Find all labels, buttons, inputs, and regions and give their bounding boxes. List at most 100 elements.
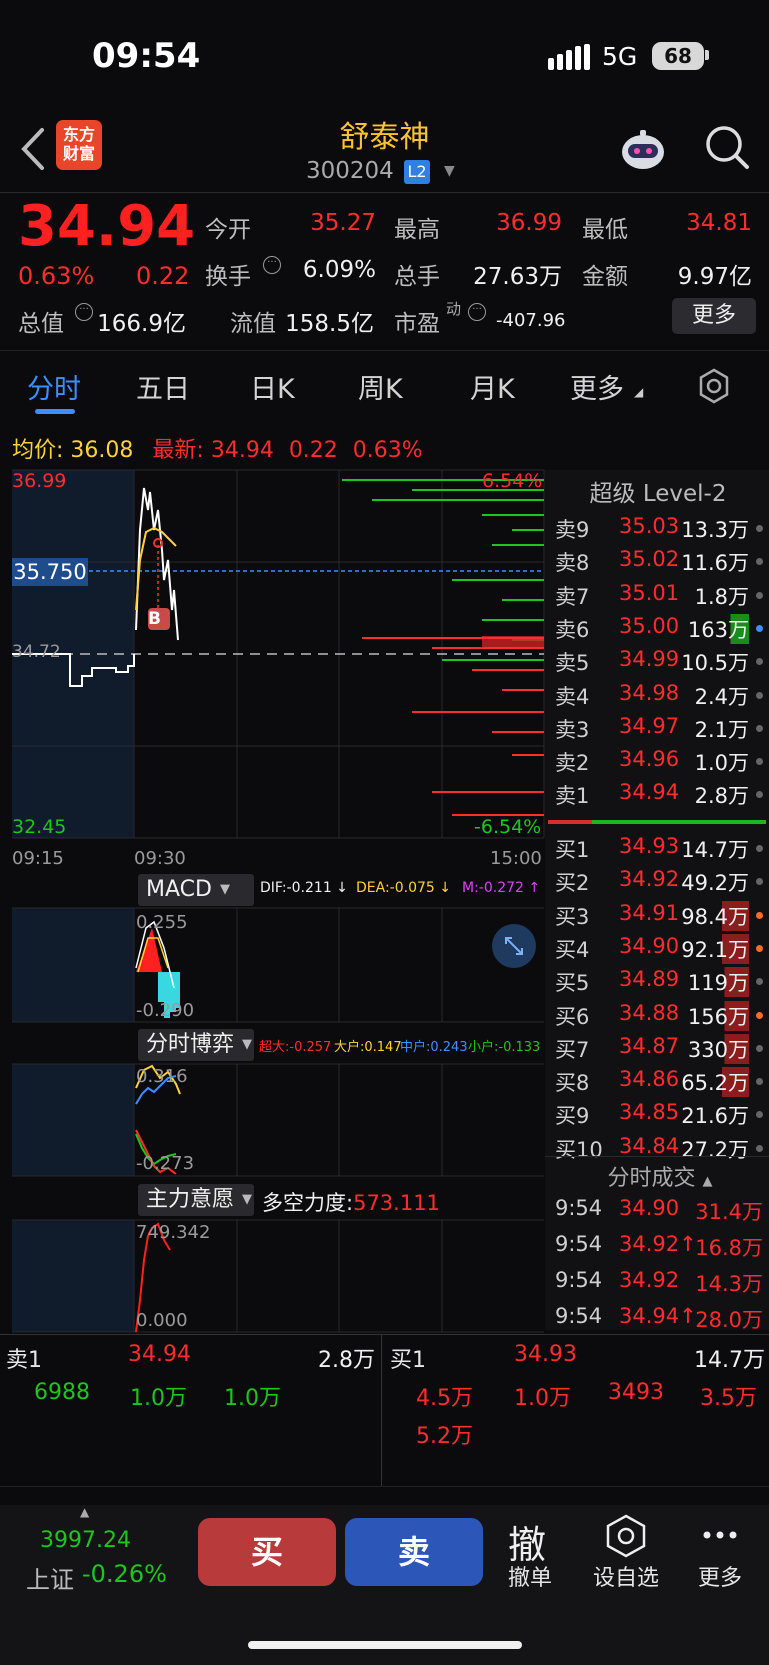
info-icon[interactable]: ···	[75, 303, 93, 321]
order-level-label: 买1	[555, 838, 590, 862]
order-volume: 330万	[687, 1033, 749, 1064]
order-level-label: 买4	[555, 937, 590, 962]
ask-bid-ratio-red	[548, 820, 592, 824]
order-flag-icon	[756, 1011, 763, 1019]
index-value[interactable]: 3997.24	[40, 1528, 131, 1553]
chevron-down-icon[interactable]: ▼	[444, 163, 455, 179]
order-flag-icon	[756, 1078, 763, 1086]
time-axis-end: 15:00	[490, 848, 542, 869]
macd-selector[interactable]: MACD ▼	[138, 874, 254, 906]
buy-marker[interactable]: B	[148, 609, 161, 629]
ask-row[interactable]: 卖4 34.98 2.4万	[553, 681, 767, 711]
settings-icon[interactable]	[696, 368, 732, 404]
search-icon[interactable]	[704, 124, 750, 170]
info-icon[interactable]: ···	[263, 256, 281, 274]
order-level-label: 买7	[555, 1037, 590, 1062]
bid-row[interactable]: 买6 34.88 156万	[553, 1000, 767, 1031]
order-volume: 1.8万	[694, 584, 749, 609]
tick-row: 9:54 34.92 14.3万	[555, 1268, 765, 1298]
bid-row[interactable]: 买7 34.87 330万	[553, 1033, 767, 1064]
bid-row[interactable]: 买2 34.92 49.2万	[553, 867, 767, 897]
game-super: 超大:-0.257	[259, 1040, 332, 1055]
queue-ask-label: 卖1	[6, 1348, 42, 1373]
order-level-label: 卖5	[555, 651, 590, 676]
will-selector[interactable]: 主力意愿 ▼	[138, 1184, 254, 1216]
ask-row[interactable]: 卖5 34.99 10.5万	[553, 647, 767, 677]
expand-icon[interactable]	[492, 924, 536, 968]
order-level-label: 卖1	[555, 784, 590, 809]
high-value: 36.99	[496, 210, 562, 236]
avg-label: 均价:	[12, 438, 64, 463]
order-flag-icon	[756, 978, 763, 986]
ask-row[interactable]: 卖3 34.97 2.1万	[553, 714, 767, 744]
tab-more[interactable]: 更多	[570, 367, 624, 406]
macd-dif: DIF:-0.211 ↓	[260, 880, 348, 896]
info-icon[interactable]: ···	[468, 303, 486, 321]
tick-vol: 14.3万	[695, 1272, 763, 1296]
order-flag-icon	[756, 558, 763, 566]
sell-button[interactable]: 卖	[345, 1518, 483, 1586]
order-flag-icon	[756, 1144, 763, 1152]
order-volume: 21.6万	[681, 1104, 749, 1129]
l2-badge: L2	[404, 160, 430, 184]
active-tab-indicator	[35, 409, 75, 414]
avg-value: 36.08	[70, 438, 134, 463]
intraday-chart[interactable]	[12, 469, 545, 840]
tab-intraday[interactable]: 分时	[27, 367, 81, 406]
battery-icon: 68	[652, 42, 704, 70]
chevron-up-icon[interactable]: ▲	[80, 1505, 89, 1519]
order-flag-icon	[756, 845, 763, 852]
queue-ask-item: 1.0万	[130, 1386, 187, 1411]
ask-row[interactable]: 卖2 34.96 1.0万	[553, 747, 767, 777]
tab-daily-k[interactable]: 日K	[250, 367, 295, 406]
order-volume: 156万	[687, 1000, 749, 1031]
tab-weekly-k[interactable]: 周K	[358, 367, 403, 406]
tab-monthly-k[interactable]: 月K	[470, 367, 515, 406]
bid-row[interactable]: 买4 34.90 92.1万	[553, 933, 767, 964]
queue-bid-item: 3.5万	[700, 1386, 757, 1411]
bid-row[interactable]: 买1 34.93 14.7万	[553, 834, 767, 864]
ask-row[interactable]: 卖8 35.02 11.6万	[553, 547, 767, 577]
ticks-title-text: 分时成交	[607, 1166, 696, 1191]
ask-row[interactable]: 卖6 35.00 163万	[553, 613, 767, 644]
more-dots-icon[interactable]	[702, 1530, 738, 1540]
bid-row[interactable]: 买8 34.86 65.2万	[553, 1067, 767, 1098]
more-label[interactable]: 更多	[694, 1560, 746, 1592]
queue-bid-item: 1.0万	[514, 1386, 571, 1411]
order-level-label: 卖9	[555, 518, 590, 542]
macd-bottom: -0.290	[136, 1000, 195, 1021]
index-name[interactable]: 上证	[26, 1560, 74, 1595]
last-change: 0.22	[288, 438, 338, 463]
game-large: 大户:0.147	[334, 1040, 402, 1055]
add-watchlist-label[interactable]: 设自选	[588, 1560, 664, 1592]
ticks-title[interactable]: 分时成交 ▲	[553, 1160, 767, 1192]
watchlist-icon[interactable]	[604, 1514, 648, 1558]
will-bottom: 0.000	[136, 1310, 188, 1331]
order-volume: 49.2万	[681, 871, 749, 896]
buy-button[interactable]: 买	[198, 1518, 336, 1586]
order-volume: 11.6万	[681, 551, 749, 576]
ask-row[interactable]: 卖1 34.94 2.8万	[553, 780, 767, 810]
stock-code[interactable]: 300204	[306, 158, 394, 184]
bid-row[interactable]: 买5 34.89 119万	[553, 967, 767, 998]
robot-assistant-icon[interactable]	[618, 128, 668, 174]
order-volume: 2.4万	[694, 684, 749, 709]
ask-row[interactable]: 卖7 35.01 1.8万	[553, 581, 767, 611]
more-quote-button[interactable]: 更多	[672, 298, 756, 334]
tab-5day[interactable]: 五日	[136, 367, 190, 406]
cancel-order-label[interactable]: 撤单	[506, 1560, 554, 1592]
order-price: 34.90	[619, 933, 680, 958]
game-selector[interactable]: 分时博弈 ▼	[138, 1029, 254, 1061]
order-flag-icon	[756, 525, 763, 532]
order-price: 34.85	[619, 1100, 680, 1125]
low-label: 最低	[582, 217, 628, 243]
bid-row[interactable]: 买3 34.91 98.4万	[553, 900, 767, 931]
ask-row[interactable]: 卖9 35.03 13.3万	[553, 514, 767, 544]
tick-vol: 31.4万	[695, 1200, 763, 1224]
index-pct[interactable]: -0.26%	[82, 1560, 167, 1588]
orderbook-title[interactable]: 超级 Level-2	[548, 474, 768, 508]
queue-bid-price: 34.93	[514, 1342, 577, 1367]
bid-row[interactable]: 买9 34.85 21.6万	[553, 1100, 767, 1130]
queue-bid-label: 买1	[390, 1348, 426, 1373]
pct-axis-bottom: -6.54%	[474, 816, 542, 838]
